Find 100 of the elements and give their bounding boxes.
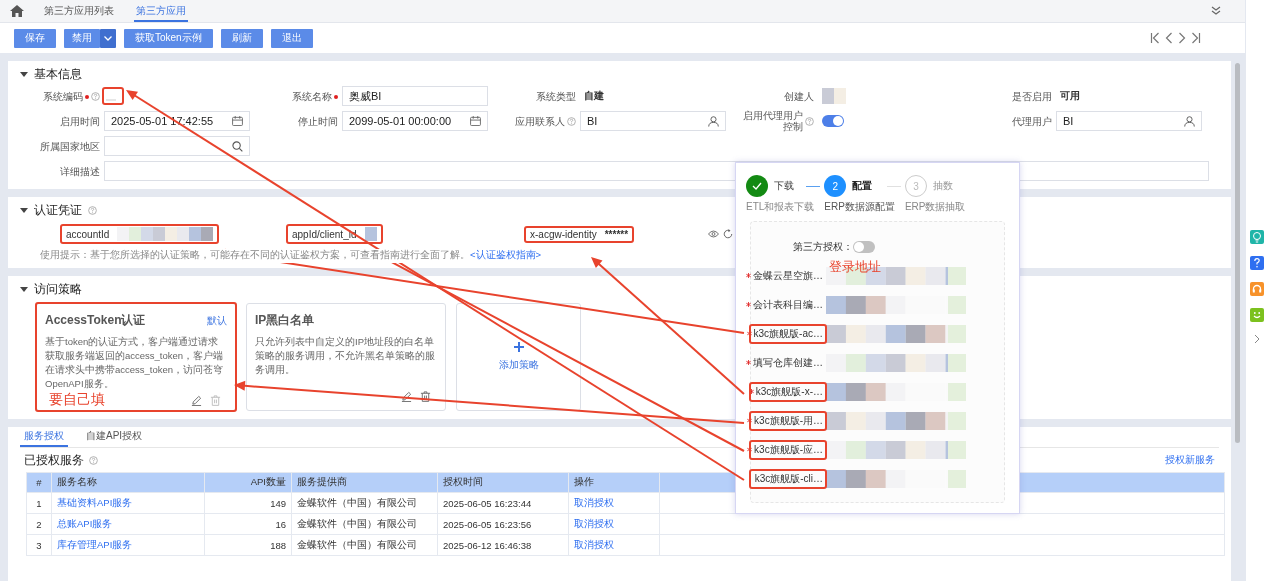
table-cell: 金蝶软件（中国）有限公司 <box>291 492 438 514</box>
policy-card[interactable]: IP黑白名单 只允许列表中自定义的IP地址段的白名单策略的服务调用，不允许黑名单策略的服务调用。 <box>246 303 446 411</box>
eye-icon[interactable] <box>708 230 719 238</box>
credential-label: x-acgw-identity <box>530 229 597 240</box>
add-policy-label[interactable]: 添加策略 <box>498 358 539 372</box>
page-tab[interactable]: 第三方应用 <box>134 0 188 22</box>
field-label: 代理用户 <box>1012 115 1052 127</box>
collapse-caret-icon[interactable] <box>20 71 28 77</box>
field-label: 所属国家地区 <box>40 140 100 152</box>
annotation-text: 登录地址 <box>829 258 881 276</box>
service-link[interactable]: 总账API服务 <box>51 513 205 535</box>
column-header: 服务名称 <box>51 472 205 493</box>
headset-icon[interactable] <box>1249 282 1264 296</box>
table-cell: 金蝶软件（中国）有限公司 <box>291 534 438 556</box>
authorize-link[interactable]: 授权新服务 <box>1165 453 1219 467</box>
field-label: 启用代理用户控制 <box>742 110 803 132</box>
next-icon[interactable] <box>1178 32 1186 44</box>
calendar-icon[interactable] <box>470 116 481 126</box>
field-label: k3c旗舰版-用… <box>754 413 823 428</box>
credential-label: appId/client_id <box>292 228 357 240</box>
home-icon[interactable] <box>10 5 24 17</box>
field-label: 停止时间 <box>298 115 338 127</box>
field-label: k3c旗舰版-ac… <box>753 326 823 341</box>
lightbulb-icon[interactable] <box>1249 230 1264 244</box>
toolbar-button[interactable]: 退出 <box>270 28 313 48</box>
table-cell: 188 <box>204 534 292 556</box>
section-title: 认证凭证 <box>34 201 82 219</box>
toolbar-button[interactable]: 获取Token示例 <box>124 28 213 48</box>
delete-icon[interactable] <box>420 391 431 402</box>
policy-card[interactable]: AccessToken认证 默认 基于token的认证方式，客户端通过请求获取服务端返回的access_token，客户端在请求头中携带access_token，访问苍穹OpenAPI服务。 要自己填 <box>36 303 236 411</box>
guide-link[interactable]: <认证鉴权指南> <box>470 249 542 260</box>
revoke-link[interactable]: 取消授权 <box>568 513 660 535</box>
field-label: 填写仓库创建… <box>753 355 823 370</box>
first-page-icon[interactable] <box>1150 32 1160 44</box>
table-cell: 2025-06-05 16:23:44 <box>437 492 569 514</box>
edit-icon[interactable] <box>401 391 412 402</box>
add-policy-card[interactable]: 添加策略 <box>456 303 581 411</box>
section-title: 基本信息 <box>34 65 82 83</box>
policy-title: AccessToken认证 <box>45 312 146 329</box>
table-cell: 2025-06-12 16:46:38 <box>437 534 569 556</box>
step-connector <box>806 186 821 187</box>
table-cell: 金蝶软件（中国）有限公司 <box>291 513 438 535</box>
refresh-icon[interactable] <box>723 229 733 239</box>
table-cell: 3 <box>26 534 52 556</box>
toolbar-button[interactable]: 保存 <box>14 28 56 48</box>
toolbar-button[interactable]: 禁用 <box>64 28 100 48</box>
last-page-icon[interactable] <box>1191 32 1201 44</box>
field-label: 系统名称 <box>292 90 332 102</box>
section-title: 访问策略 <box>34 280 82 298</box>
service-link[interactable]: 库存管理API服务 <box>51 534 205 556</box>
user-picker-field[interactable]: BI <box>580 111 726 131</box>
table-cell: 2 <box>26 513 52 535</box>
collapse-caret-icon[interactable] <box>20 207 28 213</box>
field-label: k3c旗舰版-应… <box>754 442 823 457</box>
tab[interactable]: 服务授权 <box>20 429 68 447</box>
field-label: 系统类型 <box>536 90 576 102</box>
field-label: 启用时间 <box>60 115 100 127</box>
step-subtitle: ETL和报表下载 <box>746 200 815 214</box>
smiley-icon[interactable] <box>1249 308 1264 322</box>
default-tag: 默认 <box>207 313 227 328</box>
revoke-link[interactable]: 取消授权 <box>568 492 660 514</box>
caret-icon <box>104 35 112 41</box>
collapse-caret-icon[interactable] <box>20 286 28 292</box>
expand-chevron-icon[interactable] <box>1253 334 1260 344</box>
step-subtitle: ERP数据源配置 <box>824 200 895 214</box>
lookup-field[interactable] <box>104 136 250 156</box>
blurred-value <box>364 227 377 241</box>
step-number: 2 <box>824 175 847 197</box>
calendar-icon[interactable] <box>232 116 243 126</box>
double-chevron-icon[interactable] <box>1211 6 1221 16</box>
field-value: 可用 <box>1059 89 1080 103</box>
help-icon[interactable] <box>1249 256 1264 270</box>
search-icon[interactable] <box>232 140 243 152</box>
toolbar-button[interactable]: 刷新 <box>220 28 263 48</box>
table-cell: 2025-06-05 16:23:56 <box>437 513 569 535</box>
field-label: 第三方授权： <box>793 239 853 254</box>
revoke-link[interactable]: 取消授权 <box>568 534 660 556</box>
section-title: 已授权服务 <box>24 451 84 469</box>
policy-description: 基于token的认证方式，客户端通过请求获取服务端返回的access_token，客户端在请求头中携带access_token，访问苍穹OpenAPI服务。 <box>45 335 225 391</box>
dropdown-button[interactable] <box>100 28 116 48</box>
text-field[interactable]: 奥威BI <box>342 86 488 106</box>
blurred-value <box>822 88 846 104</box>
tab[interactable]: 自建API授权 <box>82 429 147 447</box>
date-field[interactable]: 2099-05-01 00:00:00 <box>342 111 488 131</box>
field-label: 应用联系人 <box>515 115 565 127</box>
field-label: 创建人 <box>784 90 814 102</box>
column-header: API数量 <box>204 472 292 493</box>
person-icon[interactable] <box>708 115 719 127</box>
service-link[interactable]: 基础资料API服务 <box>51 492 205 514</box>
plus-icon[interactable] <box>513 342 524 352</box>
field-label: k3c旗舰版-x-… <box>755 384 823 399</box>
policy-title: IP黑白名单 <box>255 312 315 329</box>
toggle-switch[interactable] <box>822 115 844 127</box>
toggle-switch[interactable] <box>853 240 875 253</box>
person-icon[interactable] <box>1184 115 1195 127</box>
step-title: 抽数 <box>932 179 953 193</box>
user-picker-field[interactable]: BI <box>1056 111 1202 131</box>
edit-icon[interactable] <box>191 394 202 406</box>
previous-icon[interactable] <box>1165 32 1173 44</box>
page-tab[interactable]: 第三方应用列表 <box>42 0 116 22</box>
